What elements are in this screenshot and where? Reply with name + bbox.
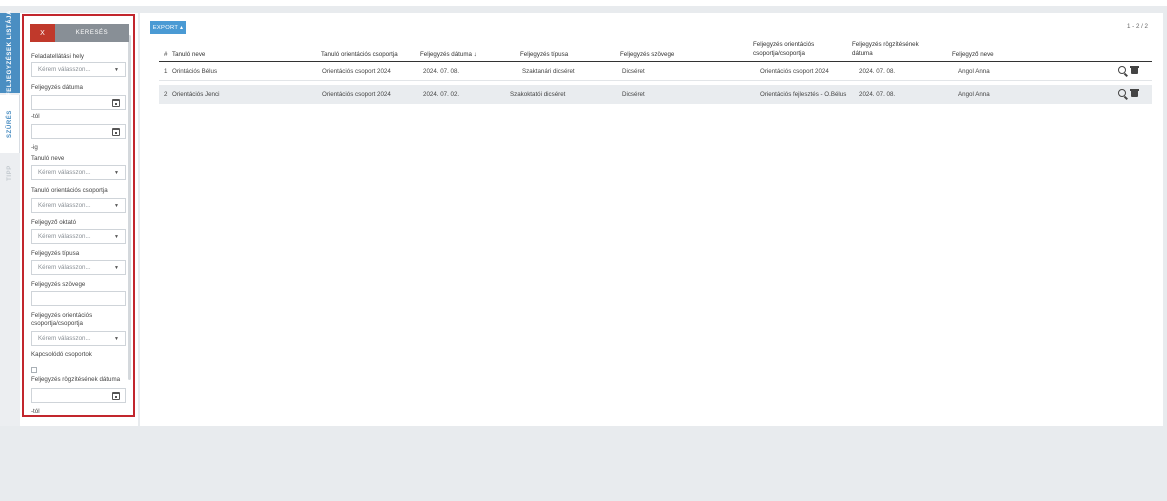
note-type-placeholder: Kérem válasszon... [38,264,91,271]
filter-buttons: X KERESÉS [30,24,129,42]
clear-filter-button[interactable]: X [30,24,55,42]
row-author: Angol Anna [958,68,990,75]
col-header-note-group-1[interactable]: Feljegyzés orientációs [753,41,814,48]
search-icon[interactable] [1118,89,1126,97]
tab-filter-label: SZŰRÉS [6,110,13,138]
student-name-select[interactable]: Kérem válasszon... ▼ [31,165,126,180]
col-header-num: # [164,51,168,58]
teacher-label: Feljegyző oktató [31,219,77,226]
chevron-down-icon: ▼ [114,335,119,342]
row-date: 2024. 07. 08. [423,68,460,75]
row-date: 2024. 07. 02. [423,91,460,98]
chevron-down-icon: ▼ [114,169,119,176]
tab-tips[interactable]: TIPP [0,153,20,193]
record-date-from-label: -tól [31,408,40,415]
student-group-placeholder: Kérem válasszon... [38,202,91,209]
tab-filter[interactable]: SZŰRÉS [0,95,20,153]
note-text-input[interactable] [31,291,126,306]
row-note-group: Orientációs csoport 2024 [760,68,829,75]
record-date-from-input[interactable] [31,388,126,403]
chevron-down-icon: ▼ [114,233,119,240]
related-groups-label: Kapcsolódó csoportok [31,351,92,358]
col-header-text[interactable]: Feljegyzés szövege [620,51,674,58]
tab-notes-list-label: FELJEGYZÉSEK LISTÁJA [7,9,14,97]
note-type-label: Feljegyzés típusa [31,250,80,257]
pager-info: 1 - 2 / 2 [1127,23,1148,30]
note-group-select[interactable]: Kérem válasszon... ▼ [31,331,126,346]
related-groups-checkbox[interactable] [31,367,37,373]
col-header-name[interactable]: Tanuló neve [172,51,205,58]
row-rec-date: 2024. 07. 08. [859,91,896,98]
note-group-placeholder: Kérem válasszon... [38,335,91,342]
note-date-label: Feljegyzés dátuma [31,84,83,91]
calendar-icon[interactable] [112,99,120,107]
note-group-label-2: csoportja/csoportja [31,320,83,327]
task-location-placeholder: Kérem válasszon... [38,66,91,73]
row-group: Orientációs csoport 2024 [322,91,391,98]
note-type-select[interactable]: Kérem válasszon... ▼ [31,260,126,275]
tab-tips-label: TIPP [7,165,13,181]
table-row[interactable]: 1 Orintációs Bélus Orientációs csoport 2… [159,62,1152,81]
row-type: Szakoktatói dicséret [510,91,566,98]
student-name-label: Tanuló neve [31,155,65,162]
row-rec-date: 2024. 07. 08. [859,68,896,75]
student-name-placeholder: Kérem válasszon... [38,169,91,176]
student-group-select[interactable]: Kérem válasszon... ▼ [31,198,126,213]
note-text-label: Feljegyzés szövege [31,281,86,288]
filter-panel-scrollbar[interactable] [128,35,131,380]
calendar-icon[interactable] [112,128,120,136]
task-location-label: Feladatellátási hely [31,53,84,60]
col-header-rec-date-1[interactable]: Feljegyzés rögzítésének [852,41,919,48]
teacher-select[interactable]: Kérem válasszon... ▼ [31,229,126,244]
col-header-date[interactable]: Feljegyzés dátuma ↓ [420,51,477,58]
col-header-type[interactable]: Feljegyzés típusa [520,51,568,58]
col-header-author[interactable]: Feljegyző neve [952,51,994,58]
row-name: Orientációs Jenci [172,91,220,98]
calendar-icon[interactable] [112,392,120,400]
search-icon[interactable] [1118,66,1126,74]
top-bar [0,0,1167,6]
trash-icon[interactable] [1130,89,1139,97]
row-text: Dicséret [622,68,645,75]
row-group: Orientációs csoport 2024 [322,68,391,75]
row-num: 2 [164,91,168,98]
tab-notes-list[interactable]: FELJEGYZÉSEK LISTÁJA [0,9,20,97]
note-date-to-label: -ig [31,144,38,151]
note-date-from-input[interactable] [31,95,126,110]
table-row[interactable]: 2 Orientációs Jenci Orientációs csoport … [159,85,1152,104]
chevron-down-icon: ▼ [114,264,119,271]
export-button[interactable]: EXPORT ▴ [150,21,186,34]
chevron-down-icon: ▼ [114,66,119,73]
row-author: Angol Anna [958,91,990,98]
col-header-note-group-2[interactable]: csoportja/csoportja [753,50,805,57]
row-note-group: Orientációs fejlesztés - O.Bélus [760,91,847,98]
record-date-label: Feljegyzés rögzítésének dátuma [31,376,121,383]
search-button[interactable]: KERESÉS [55,24,129,42]
trash-icon[interactable] [1130,66,1139,74]
note-date-from-label: -tól [31,113,40,120]
student-group-label: Tanuló orientációs csoportja [31,187,108,194]
row-num: 1 [164,68,168,75]
chevron-down-icon: ▼ [114,202,119,209]
row-type: Szaktanári dicséret [522,68,575,75]
col-header-rec-date-2[interactable]: dátuma [852,50,873,57]
teacher-placeholder: Kérem válasszon... [38,233,91,240]
col-header-group[interactable]: Tanuló orientációs csoportja [321,51,398,58]
row-name: Orintációs Bélus [172,68,218,75]
note-date-to-input[interactable] [31,124,126,139]
row-text: Dicséret [622,91,645,98]
note-group-label-1: Feljegyzés orientációs [31,312,93,319]
side-tabs: FELJEGYZÉSEK LISTÁJA SZŰRÉS TIPP [0,9,20,426]
task-location-select[interactable]: Kérem válasszon... ▼ [31,62,126,77]
